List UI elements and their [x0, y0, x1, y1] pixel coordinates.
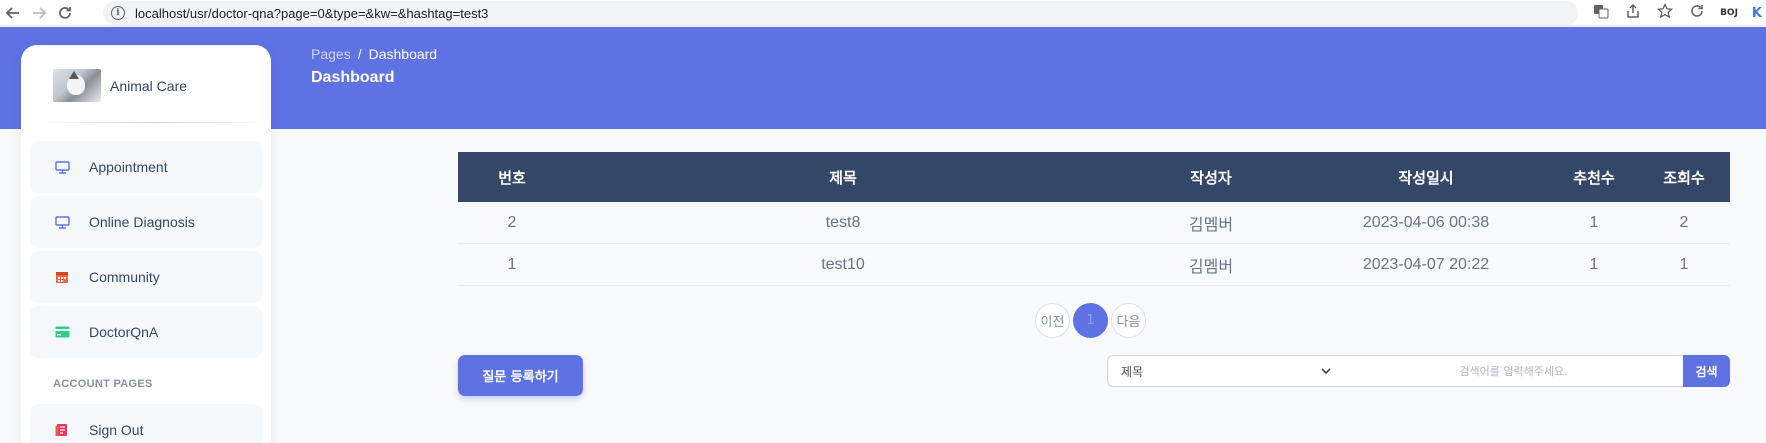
- calendar-icon: [52, 270, 72, 284]
- column-header-author: 작성자: [1190, 169, 1232, 187]
- search-input[interactable]: [1344, 355, 1684, 387]
- page-title: Dashboard: [311, 69, 395, 86]
- sidebar-item-doctorqna[interactable]: DoctorQnA: [30, 306, 262, 358]
- section-heading-account: ACCOUNT PAGES: [53, 378, 153, 390]
- sidebar: Animal Care Appointment Online Diagnosis…: [21, 45, 271, 443]
- cell-title[interactable]: test10: [566, 256, 1120, 274]
- sidebar-item-label: Appointment: [89, 159, 168, 175]
- info-icon[interactable]: i: [111, 6, 125, 20]
- sidebar-divider: [39, 122, 269, 123]
- search-type-select[interactable]: 제목: [1107, 355, 1345, 387]
- cell-title[interactable]: test8: [566, 214, 1120, 232]
- cell-number: 2: [507, 213, 517, 231]
- cell-likes: 1: [1589, 213, 1599, 231]
- cell-views: 1: [1679, 255, 1689, 273]
- breadcrumb-separator: /: [357, 46, 362, 62]
- browser-actions: BOJ K: [1592, 0, 1766, 26]
- brand-name: Animal Care: [110, 77, 188, 94]
- table-row[interactable]: 1 test10 김멤버 2023-04-07 20:22 1 1: [458, 244, 1730, 286]
- browser-toolbar: i localhost/usr/doctor-qna?page=0&type=&…: [0, 0, 1766, 26]
- breadcrumb: Pages / Dashboard: [311, 46, 437, 62]
- document-icon: [52, 423, 72, 437]
- breadcrumb-root[interactable]: Pages: [311, 46, 351, 62]
- column-header-likes: 추천수: [1573, 169, 1615, 187]
- write-question-button[interactable]: 질문 등록하기: [458, 355, 583, 396]
- column-header-title: 제목: [829, 169, 857, 187]
- chevron-down-icon: [1320, 365, 1332, 380]
- search-button[interactable]: 검색: [1683, 355, 1730, 387]
- forward-icon[interactable]: [26, 0, 52, 26]
- sidebar-item-sign-out[interactable]: Sign Out: [30, 404, 262, 443]
- cell-number: 1: [507, 255, 517, 273]
- bookmark-star-icon[interactable]: [1656, 2, 1674, 23]
- sidebar-item-appointment[interactable]: Appointment: [30, 141, 262, 193]
- credit-card-icon: [52, 326, 72, 338]
- qna-table: 번호 제목 작성자 작성일시 추천수 조회수 2 test8 김멤버 2023-…: [458, 152, 1730, 286]
- sidebar-item-label: Sign Out: [89, 422, 144, 438]
- search-type-value: 제목: [1121, 364, 1144, 379]
- reload-icon[interactable]: [52, 0, 78, 26]
- brand-logo: [53, 69, 101, 102]
- sidebar-item-online-diagnosis[interactable]: Online Diagnosis: [30, 196, 262, 248]
- sidebar-item-label: Community: [89, 269, 160, 285]
- table-header: 번호 제목 작성자 작성일시 추천수 조회수: [458, 152, 1730, 202]
- cell-date: 2023-04-06 00:38: [1362, 213, 1490, 231]
- sidebar-item-label: Online Diagnosis: [89, 214, 195, 230]
- back-icon[interactable]: [0, 0, 26, 26]
- share-icon[interactable]: [1624, 3, 1642, 23]
- address-bar[interactable]: i localhost/usr/doctor-qna?page=0&type=&…: [103, 1, 1578, 25]
- table-row[interactable]: 2 test8 김멤버 2023-04-06 00:38 1 2: [458, 202, 1730, 244]
- url-text: localhost/usr/doctor-qna?page=0&type=&kw…: [135, 5, 489, 21]
- brand-link[interactable]: Animal Care: [53, 69, 187, 102]
- column-header-number: 번호: [498, 169, 526, 187]
- column-header-date: 작성일시: [1398, 169, 1454, 187]
- prev-page-button[interactable]: 이전: [1035, 303, 1070, 338]
- boj-extension-icon[interactable]: BOJ: [1720, 8, 1738, 18]
- next-page-button[interactable]: 다음: [1111, 303, 1146, 338]
- pagination: 이전 1 다음: [1035, 303, 1146, 338]
- cell-author: 김멤버: [1188, 258, 1234, 276]
- sidebar-item-community[interactable]: Community: [30, 251, 262, 303]
- cell-date: 2023-04-07 20:22: [1362, 255, 1490, 273]
- sidebar-item-label: DoctorQnA: [89, 324, 159, 340]
- monitor-icon: [52, 215, 72, 229]
- page-button-current[interactable]: 1: [1073, 303, 1108, 338]
- cell-likes: 1: [1589, 255, 1599, 273]
- translate-icon[interactable]: [1592, 3, 1610, 23]
- column-header-views: 조회수: [1663, 169, 1705, 187]
- k-extension-icon[interactable]: K: [1752, 6, 1762, 21]
- breadcrumb-current: Dashboard: [368, 46, 438, 62]
- monitor-icon: [52, 160, 72, 174]
- refresh-extension-icon[interactable]: [1688, 3, 1706, 23]
- cell-author: 김멤버: [1188, 216, 1234, 234]
- cell-views: 2: [1679, 213, 1689, 231]
